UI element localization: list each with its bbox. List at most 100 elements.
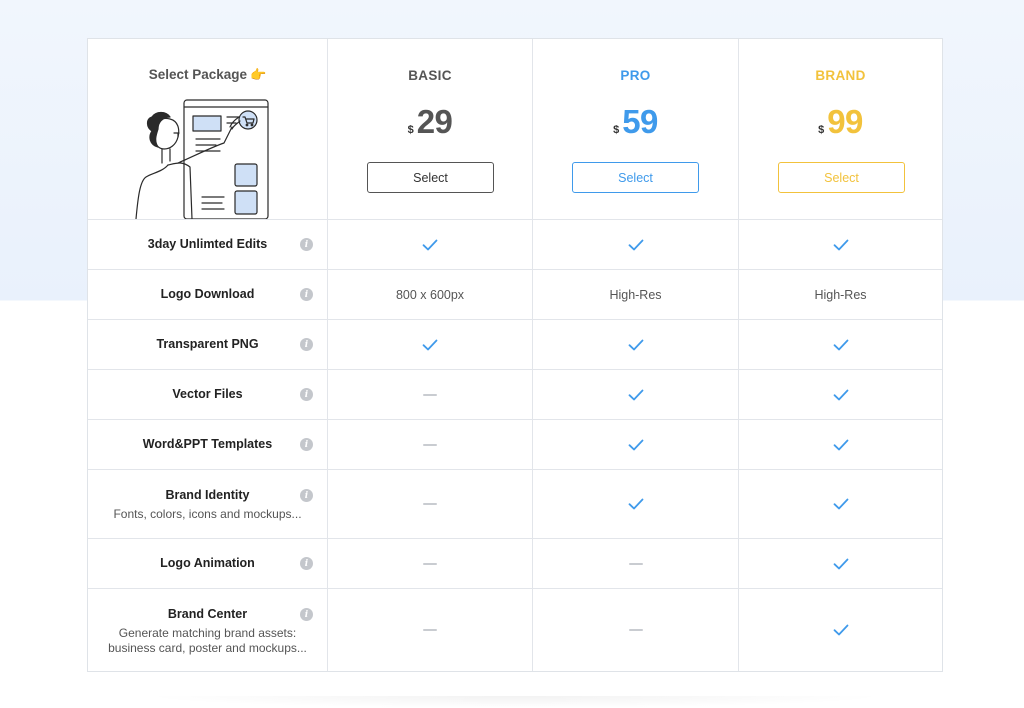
pointing-hand-icon: 👉 xyxy=(250,67,267,82)
check-icon xyxy=(833,389,849,401)
feature-cell-brand xyxy=(738,370,942,419)
pricing-header-row: Select Package 👉 BASIC $29 Select PRO $5… xyxy=(88,39,942,220)
check-icon xyxy=(628,339,644,351)
info-icon[interactable]: i xyxy=(300,388,313,401)
dash-icon xyxy=(628,629,643,631)
feature-row: 3day Unlimted Edits i xyxy=(88,220,942,270)
feature-label-cell: Transparent PNG i xyxy=(88,320,327,369)
plan-price-brand: $99 xyxy=(739,103,942,141)
header-label-cell: Select Package 👉 xyxy=(88,39,327,219)
pricing-table: Select Package 👉 BASIC $29 Select PRO $5… xyxy=(87,38,943,672)
feature-cell-basic xyxy=(327,420,532,469)
check-icon xyxy=(833,439,849,451)
currency-symbol: $ xyxy=(407,124,414,136)
info-icon[interactable]: i xyxy=(300,238,313,251)
dash-icon xyxy=(423,503,437,505)
info-icon[interactable]: i xyxy=(300,338,313,351)
feature-row: Logo Animation i xyxy=(88,539,942,589)
feature-row: Transparent PNG i xyxy=(88,320,942,370)
feature-row: Brand Identity i Fonts, colors, icons and … xyxy=(88,470,942,539)
feature-value-text: High-Res xyxy=(609,287,662,302)
plan-name-basic: BASIC xyxy=(408,68,452,83)
feature-value-text: 800 x 600px xyxy=(395,287,465,302)
feature-cell-brand xyxy=(738,470,942,538)
feature-title: Logo Animation xyxy=(160,556,255,570)
price-amount: 99 xyxy=(827,103,863,140)
dash-icon xyxy=(423,443,437,446)
plan-name-brand: BRAND xyxy=(815,68,866,83)
plan-pro: PRO $59 Select xyxy=(532,39,738,219)
feature-cell-basic xyxy=(327,589,532,671)
check-icon xyxy=(833,339,849,351)
feature-cell-pro: High-Res xyxy=(532,270,738,319)
feature-label-cell: 3day Unlimted Edits i xyxy=(88,220,327,269)
check-icon xyxy=(833,239,849,251)
select-package-text: Select Package xyxy=(148,67,248,82)
feature-title: Word&PPT Templates xyxy=(142,437,273,451)
price-amount: 29 xyxy=(416,103,453,140)
feature-cell-brand xyxy=(738,539,942,588)
feature-cell-basic xyxy=(327,470,532,538)
info-icon[interactable]: i xyxy=(300,438,313,451)
feature-cell-brand xyxy=(738,420,942,469)
select-brand-button[interactable]: Select xyxy=(778,162,905,193)
feature-label-cell: Vector Files i xyxy=(88,370,327,419)
dash-icon xyxy=(423,629,437,631)
check-icon xyxy=(833,558,849,570)
check-icon xyxy=(422,339,438,351)
plan-name-pro: PRO xyxy=(620,68,651,83)
currency-symbol: $ xyxy=(818,124,825,136)
check-icon xyxy=(422,239,438,251)
feature-cell-pro xyxy=(532,589,738,671)
feature-label-cell: Logo Animation i xyxy=(88,539,327,588)
select-basic-button[interactable]: Select xyxy=(367,162,494,193)
feature-row: Vector Files i xyxy=(88,370,942,420)
feature-row: Brand Center i Generate matching brand ass… xyxy=(88,589,942,671)
feature-title: Transparent PNG xyxy=(156,337,259,351)
info-icon[interactable]: i xyxy=(300,557,313,570)
plan-basic: BASIC $29 Select xyxy=(327,39,532,219)
feature-cell-pro xyxy=(532,420,738,469)
feature-cell-pro xyxy=(532,470,738,538)
feature-cell-basic xyxy=(327,370,532,419)
check-icon xyxy=(628,498,644,510)
check-icon xyxy=(833,624,849,636)
feature-title: Brand Center xyxy=(167,607,248,621)
feature-cell-basic xyxy=(327,539,532,588)
feature-cell-pro xyxy=(532,539,738,588)
feature-cell-brand: High-Res xyxy=(738,270,942,319)
feature-cell-pro xyxy=(532,220,738,269)
feature-cell-pro xyxy=(532,370,738,419)
dash-icon xyxy=(423,562,437,565)
info-icon[interactable]: i xyxy=(300,608,313,621)
info-icon[interactable]: i xyxy=(300,489,313,502)
select-pro-button[interactable]: Select xyxy=(572,162,699,193)
feature-title: Vector Files xyxy=(172,387,243,401)
feature-label-cell: Brand Center i Generate matching brand ass… xyxy=(88,589,327,671)
feature-value-text: High-Res xyxy=(814,287,867,302)
currency-symbol: $ xyxy=(613,124,620,136)
feature-row: Word&PPT Templates i xyxy=(88,420,942,470)
dash-icon xyxy=(628,562,643,565)
feature-subtitle: Fonts, colors, icons and mockups... xyxy=(113,507,302,521)
dash-icon xyxy=(423,393,437,396)
feature-cell-basic xyxy=(327,320,532,369)
price-amount: 59 xyxy=(622,103,658,140)
feature-label-cell: Brand Identity i Fonts, colors, icons and … xyxy=(88,470,327,538)
feature-cell-basic: 800 x 600px xyxy=(327,270,532,319)
select-package-title: Select Package 👉 xyxy=(88,67,327,83)
feature-title: 3day Unlimted Edits xyxy=(147,237,268,251)
feature-label-cell: Logo Download i xyxy=(88,270,327,319)
plan-price-pro: $59 xyxy=(533,103,738,141)
check-icon xyxy=(628,389,644,401)
info-icon[interactable]: i xyxy=(300,288,313,301)
plan-brand: BRAND $99 Select xyxy=(738,39,942,219)
feature-row: Logo Download i 800 x 600px High-Res High-Re… xyxy=(88,270,942,320)
feature-cell-basic xyxy=(327,220,532,269)
card-shadow xyxy=(140,696,890,708)
plan-price-basic: $29 xyxy=(328,103,532,141)
check-icon xyxy=(628,239,644,251)
check-icon xyxy=(833,498,849,510)
feature-label-cell: Word&PPT Templates i xyxy=(88,420,327,469)
feature-cell-pro xyxy=(532,320,738,369)
